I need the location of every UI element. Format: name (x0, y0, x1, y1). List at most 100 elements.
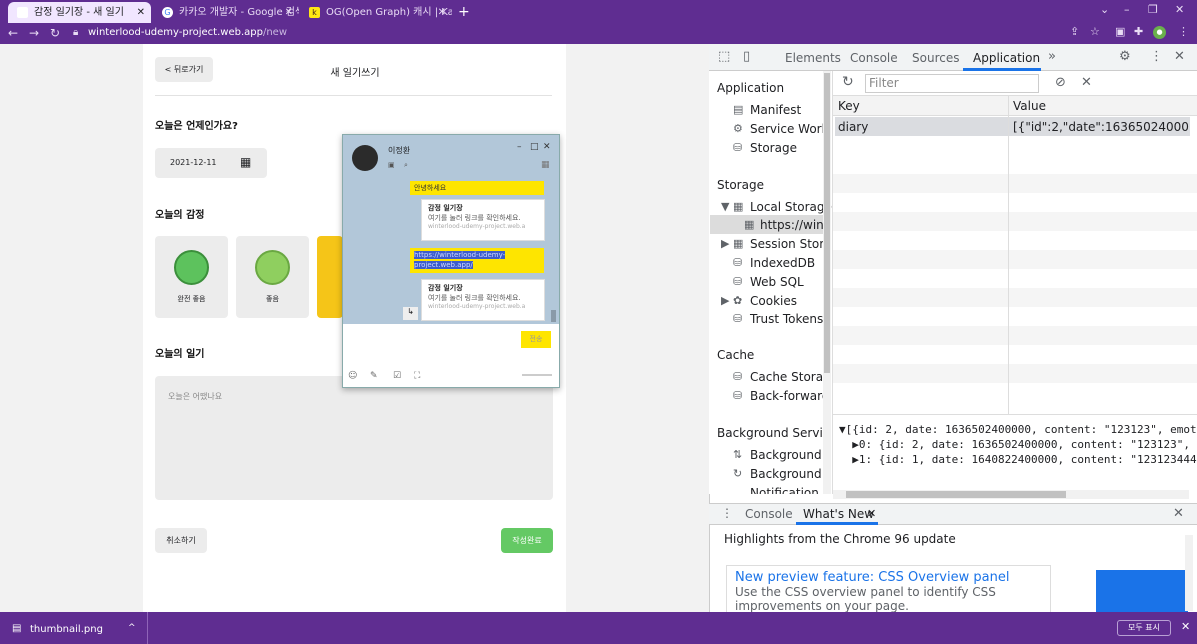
delete-selected-icon[interactable]: ✕ (1081, 75, 1092, 90)
close-tab-icon[interactable]: ✕ (285, 2, 293, 23)
tab-google[interactable]: G 카카오 개발자 - Google 검색 ✕ (153, 2, 299, 23)
column-key[interactable]: Key (838, 99, 860, 113)
new-tab-button[interactable]: + (458, 2, 470, 22)
link-preview-card[interactable]: 감정 일기장 여기를 눌러 링크를 확인하세요. winterlood-udem… (421, 279, 545, 321)
tab-kakao[interactable]: k OG(Open Graph) 캐시 | Kakao D ✕ (300, 2, 452, 23)
schedule-icon[interactable]: ☑ (393, 371, 401, 381)
inspect-icon[interactable]: ⬚ (718, 49, 730, 64)
column-value[interactable]: Value (1013, 99, 1046, 113)
sidebar-item-storage[interactable]: Storage (750, 141, 797, 155)
sidebar-item-background-sync[interactable]: Background Sy (750, 467, 823, 481)
sidebar-item-indexeddb[interactable]: IndexedDB (750, 256, 815, 270)
close-icon[interactable]: ✕ (1174, 49, 1185, 64)
share-icon[interactable]: ⇪ (1070, 25, 1079, 38)
minimize-icon[interactable]: – (1124, 3, 1130, 16)
sidebar-scroll-thumb[interactable] (824, 73, 830, 373)
send-button[interactable]: 전송 (521, 331, 551, 348)
sidebar-item-service-worker[interactable]: Service Worker (750, 122, 824, 136)
sidebar-item-manifest[interactable]: Manifest (750, 103, 801, 117)
sidebar-item-notifications[interactable]: Notification (750, 486, 823, 494)
save-button[interactable]: 작성완료 (501, 528, 553, 553)
link-bubble[interactable]: https://winterlood-udemy-project.web.app… (410, 248, 544, 273)
drawer-icon[interactable]: ▣ (388, 161, 395, 169)
opacity-slider[interactable] (522, 374, 552, 376)
emotion-item-2[interactable]: 좋음 (236, 236, 309, 318)
cookie-icon: ✿ (733, 294, 743, 307)
reload-icon[interactable]: ↻ (50, 24, 60, 42)
sidebar-item-session-storage[interactable]: Session Storag (750, 237, 823, 251)
share-icon[interactable]: ↳ (403, 307, 418, 320)
tab-elements[interactable]: Elements (785, 51, 841, 65)
clear-all-icon[interactable]: ⊘ (1055, 75, 1066, 90)
filter-input[interactable]: Filter (865, 74, 1039, 93)
drawer-menu-icon[interactable]: ⋮ (721, 506, 733, 520)
link-preview-card[interactable]: 감정 일기장 여기를 눌러 링크를 확인하세요. winterlood-udem… (421, 199, 545, 241)
more-tabs-icon[interactable]: » (1048, 49, 1056, 64)
expand-right-icon[interactable]: ▶ (721, 237, 729, 250)
close-icon[interactable]: ✕ (543, 142, 551, 152)
forward-icon[interactable]: → (29, 24, 39, 42)
chevron-up-icon[interactable]: ^ (128, 623, 136, 633)
close-tab-icon[interactable]: ✕ (438, 2, 446, 23)
close-drawer-icon[interactable]: ✕ (1173, 506, 1184, 521)
close-tab-icon[interactable]: ✕ (137, 2, 145, 23)
close-tab-icon[interactable]: ✕ (867, 507, 876, 520)
extension-icon[interactable]: ▣ (1115, 25, 1125, 38)
sidebar-item-cache-storage[interactable]: Cache Storage (750, 370, 823, 384)
restore-icon[interactable]: ❐ (1148, 3, 1158, 16)
sidebar-item-cookies[interactable]: Cookies (750, 294, 797, 308)
tab-diary[interactable]: 감정 일기장 - 새 일기 ✕ (8, 2, 151, 23)
menu-icon[interactable]: ▦ (541, 160, 550, 170)
search-icon[interactable]: ⌕ (404, 161, 408, 170)
expand-right-icon[interactable]: ▶ (721, 294, 729, 307)
attach-icon[interactable]: ✎ (370, 371, 378, 381)
kebab-menu-icon[interactable]: ⋮ (1150, 49, 1163, 64)
date-heading: 오늘은 언제인가요? (155, 121, 238, 132)
feature-title[interactable]: New preview feature: CSS Overview panel (735, 570, 1042, 585)
sidebar-item-local-storage[interactable]: Local Storage (750, 200, 832, 214)
preview-line[interactable]: ▶0: {id: 2, date: 1636502400000, content… (839, 438, 1197, 451)
gear-icon[interactable]: ⚙ (1119, 49, 1131, 64)
refresh-icon[interactable]: ↻ (842, 74, 854, 90)
minimize-icon[interactable]: – (517, 142, 522, 152)
back-icon[interactable]: ← (8, 24, 18, 42)
bookmark-star-icon[interactable]: ☆ (1090, 25, 1100, 38)
emotion-item-3[interactable] (317, 236, 343, 318)
tab-application[interactable]: Application (973, 51, 1040, 65)
menu-kebab-icon[interactable]: ⋮ (1178, 25, 1189, 38)
drawer-scrollbar[interactable] (1185, 535, 1193, 611)
profile-avatar[interactable]: ● (1153, 26, 1166, 39)
sidebar-item-websql[interactable]: Web SQL (750, 275, 804, 289)
tab-sources[interactable]: Sources (912, 51, 959, 65)
horizontal-scroll-thumb[interactable] (846, 491, 1066, 498)
device-toolbar-icon[interactable]: ▯ (743, 49, 750, 64)
sidebar-item-back-forward-cache[interactable]: Back-forward C (750, 389, 823, 403)
drawer-tab-console[interactable]: Console (745, 507, 793, 521)
emotion-item-1[interactable]: 완전 좋음 (155, 236, 228, 318)
feature-card[interactable]: New preview feature: CSS Overview panel … (726, 565, 1051, 613)
close-window-icon[interactable]: ✕ (1175, 3, 1184, 16)
show-all-button[interactable]: 모두 표시 (1117, 620, 1171, 636)
calendar-icon[interactable]: ▦ (240, 155, 251, 169)
card-title: 감정 일기장 (428, 284, 463, 292)
puzzle-icon[interactable]: ✚ (1134, 25, 1143, 38)
sidebar-item-background-fetch[interactable]: Background Fe (750, 448, 823, 462)
capture-icon[interactable]: ⛶ (414, 371, 420, 381)
lock-icon[interactable]: 🔒︎ (73, 24, 78, 42)
close-download-bar-icon[interactable]: ✕ (1181, 620, 1190, 633)
tab-console[interactable]: Console (850, 51, 898, 65)
profile-avatar[interactable] (352, 145, 378, 171)
cancel-button[interactable]: 취소하기 (155, 528, 207, 553)
maximize-icon[interactable]: □ (530, 142, 539, 152)
sidebar-item-local-origin[interactable]: https://winte (760, 218, 823, 232)
expand-down-icon[interactable]: ▼ (721, 200, 729, 213)
emoticon-icon[interactable]: ☺ (348, 371, 357, 381)
drawer-tab-whats-new[interactable]: What's New (803, 507, 874, 521)
preview-line[interactable]: ▼[{id: 2, date: 1636502400000, content: … (839, 423, 1197, 436)
tab-search-icon[interactable]: ⌄ (1100, 3, 1109, 16)
preview-line[interactable]: ▶1: {id: 1, date: 1640822400000, content… (839, 453, 1197, 466)
chat-scrollbar[interactable] (551, 310, 556, 322)
url-field[interactable]: winterlood-udemy-project.web.app/new (88, 27, 287, 38)
sidebar-item-trust-tokens[interactable]: Trust Tokens (750, 312, 823, 326)
back-button[interactable]: < 뒤로가기 (155, 57, 213, 82)
